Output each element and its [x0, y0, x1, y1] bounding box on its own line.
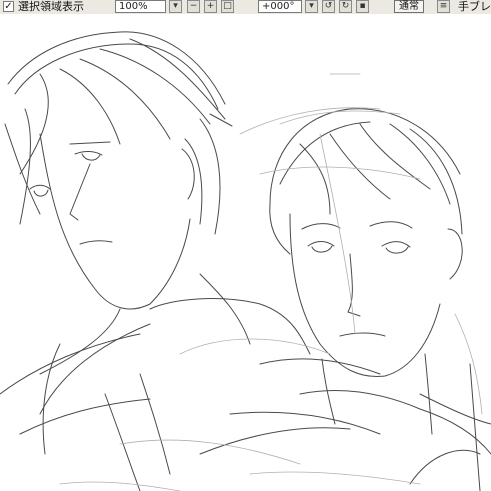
- canvas-background: [0, 14, 491, 491]
- rotation-reset-icon[interactable]: ▪: [356, 0, 369, 13]
- zoom-out-icon[interactable]: −: [187, 0, 200, 13]
- selection-display-label: 選択領域表示: [18, 0, 84, 13]
- rotate-right-icon[interactable]: ↻: [339, 0, 352, 13]
- rotate-left-icon[interactable]: ↺: [322, 0, 335, 13]
- toolbar: ✓ 選択領域表示 100% ▾ − + □ +000° ▾ ↺ ↻ ▪ 通常 ≡…: [0, 0, 491, 15]
- rotation-field[interactable]: +000°: [258, 0, 302, 13]
- fit-screen-icon[interactable]: □: [221, 0, 234, 13]
- stabilizer-label: 手ブレ: [458, 0, 491, 13]
- zoom-dropdown-icon[interactable]: ▾: [169, 0, 182, 13]
- rotation-dropdown-icon[interactable]: ▾: [305, 0, 318, 13]
- drawing-canvas[interactable]: [0, 14, 491, 491]
- layer-icon[interactable]: ≡: [437, 0, 450, 13]
- blend-mode-button[interactable]: 通常: [394, 0, 424, 13]
- selection-checkbox[interactable]: ✓: [3, 1, 14, 12]
- zoom-field[interactable]: 100%: [115, 0, 166, 13]
- zoom-in-icon[interactable]: +: [204, 0, 217, 13]
- check-icon: ✓: [4, 1, 13, 12]
